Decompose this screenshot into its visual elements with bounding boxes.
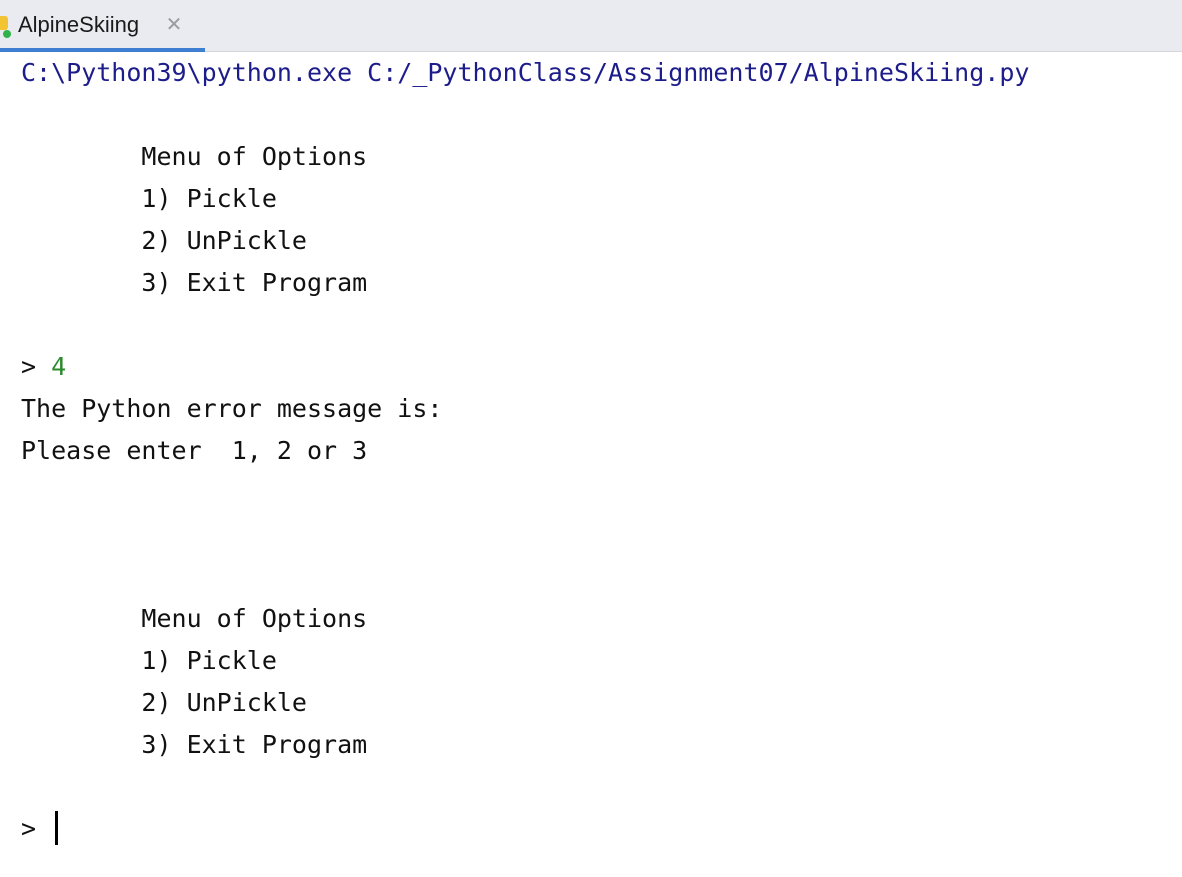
prompt-line-1: > 4 xyxy=(21,346,66,388)
user-input-value: 4 xyxy=(51,352,67,381)
menu-option-unpickle: 2) UnPickle xyxy=(21,226,307,255)
python-file-icon xyxy=(0,16,11,38)
menu-option-exit: 3) Exit Program xyxy=(21,730,368,759)
menu-option-pickle: 1) Pickle xyxy=(21,646,277,675)
tab-alpineskiing[interactable]: AlpineSkiing ✕ xyxy=(0,0,205,52)
tab-label: AlpineSkiing xyxy=(18,12,140,37)
error-header: The Python error message is: xyxy=(21,394,443,423)
prompt-symbol: > xyxy=(21,814,52,843)
menu-option-exit: 3) Exit Program xyxy=(21,268,368,297)
prompt-symbol: > xyxy=(21,352,52,381)
menu-option-unpickle: 2) UnPickle xyxy=(21,688,307,717)
prompt-line-2[interactable]: > xyxy=(21,808,59,850)
close-icon[interactable]: ✕ xyxy=(163,13,185,35)
tab-bar: AlpineSkiing ✕ xyxy=(0,0,1182,52)
menu-title: Menu of Options xyxy=(21,142,368,171)
text-cursor xyxy=(55,811,59,845)
run-console-output[interactable]: C:\Python39\python.exe C:/_PythonClass/A… xyxy=(0,52,1182,877)
menu-option-pickle: 1) Pickle xyxy=(21,184,277,213)
menu-title: Menu of Options xyxy=(21,604,368,633)
command-line: C:\Python39\python.exe C:/_PythonClass/A… xyxy=(21,58,1030,87)
error-message: Please enter 1, 2 or 3 xyxy=(21,436,368,465)
